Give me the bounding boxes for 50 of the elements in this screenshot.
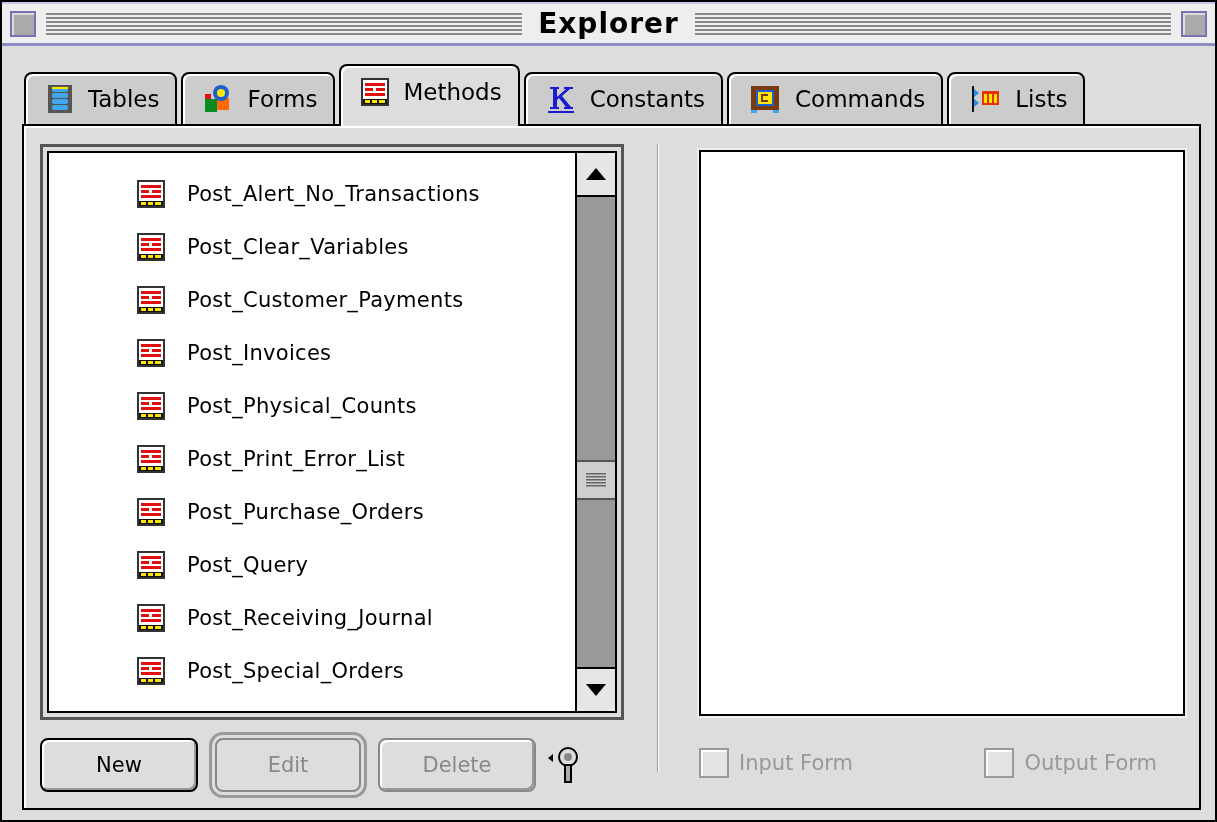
tab-label: Constants — [589, 86, 706, 112]
method-icon — [137, 603, 165, 632]
method-icon — [137, 179, 165, 208]
method-name[interactable]: Post_Special_Orders — [187, 658, 404, 683]
tab-label: Commands — [795, 86, 926, 112]
tab-label: Lists — [1015, 86, 1068, 112]
method-name[interactable]: Post_Alert_No_Transactions — [187, 181, 480, 206]
method-icon — [137, 232, 165, 261]
grip-icon — [586, 473, 606, 487]
method-icon — [137, 550, 165, 579]
method-icon — [361, 78, 390, 106]
tab-label: Methods — [403, 79, 502, 105]
command-icon — [749, 84, 782, 114]
method-name[interactable]: Post_Receiving_Journal — [187, 605, 433, 630]
tab[interactable]: Tables — [24, 72, 178, 126]
window-title: Explorer — [537, 7, 680, 40]
tab[interactable]: Lists — [947, 72, 1086, 126]
tab-label: Tables — [88, 86, 160, 112]
letter-k-icon — [545, 84, 576, 114]
method-icon — [137, 497, 165, 526]
push-button[interactable]: New — [40, 738, 198, 792]
zoom-box[interactable] — [1181, 10, 1207, 37]
method-name[interactable]: Post_Print_Error_List — [187, 446, 405, 471]
down-arrow-icon — [586, 684, 606, 696]
tab[interactable]: Constants — [523, 72, 724, 126]
method-icon — [137, 391, 165, 420]
close-box[interactable] — [10, 10, 36, 37]
scroll-thumb[interactable] — [577, 460, 615, 500]
method-icon — [137, 444, 165, 473]
tab-label: Forms — [247, 86, 318, 112]
scroll-down-button[interactable] — [577, 667, 615, 711]
tab[interactable]: Forms — [181, 72, 336, 126]
scroll-bar[interactable] — [575, 153, 615, 711]
method-name[interactable]: Post_Customer_Payments — [187, 287, 464, 312]
method-name[interactable]: Post_Invoices — [187, 340, 332, 365]
method-name[interactable]: Post_Clear_Variables — [187, 234, 409, 259]
scroll-up-button[interactable] — [577, 153, 615, 197]
checkbox-label: Input Form — [739, 751, 853, 775]
tab[interactable]: Methods — [339, 64, 520, 126]
method-icon — [137, 285, 165, 314]
method-name[interactable]: Post_Physical_Counts — [187, 393, 417, 418]
method-icon — [137, 338, 165, 367]
checkbox-label: Output Form — [1024, 751, 1157, 775]
tab[interactable]: Commands — [727, 72, 944, 126]
method-icon — [137, 656, 165, 685]
method-name[interactable]: Post_Query — [187, 552, 309, 577]
method-name[interactable]: Post_Purchase_Orders — [187, 499, 424, 524]
database-icon — [46, 84, 74, 114]
list-icon — [969, 84, 1002, 114]
up-arrow-icon — [586, 168, 606, 180]
